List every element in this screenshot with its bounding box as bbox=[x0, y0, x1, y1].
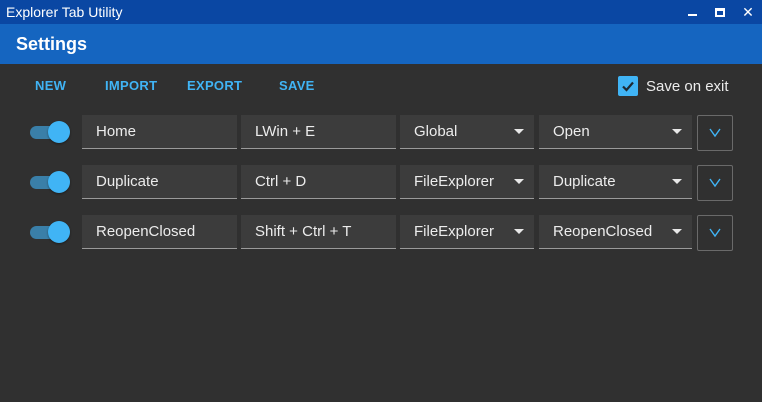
scope-dropdown[interactable]: FileExplorer bbox=[400, 165, 534, 199]
close-button[interactable]: ✕ bbox=[734, 0, 762, 24]
hotkey-row: Duplicate Ctrl + D FileExplorer Duplicat… bbox=[0, 158, 762, 208]
chevron-down-icon bbox=[709, 228, 721, 238]
hotkey-field[interactable]: Shift + Ctrl + T bbox=[241, 215, 396, 249]
name-field[interactable]: Duplicate bbox=[82, 165, 237, 199]
hotkey-row: ReopenClosed Shift + Ctrl + T FileExplor… bbox=[0, 208, 762, 258]
window-title: Explorer Tab Utility bbox=[6, 4, 123, 20]
header: Settings bbox=[0, 24, 762, 64]
name-value: Home bbox=[96, 123, 137, 140]
export-button[interactable]: EXPORT bbox=[187, 78, 242, 93]
close-icon: ✕ bbox=[742, 4, 754, 20]
name-field[interactable]: Home bbox=[82, 115, 237, 149]
dropdown-arrow-icon bbox=[514, 179, 524, 184]
name-value: Duplicate bbox=[96, 173, 159, 190]
window-controls: ✕ bbox=[678, 0, 762, 24]
toggle-thumb bbox=[48, 121, 70, 143]
hotkey-value: LWin + E bbox=[255, 123, 316, 140]
expand-button[interactable] bbox=[697, 115, 733, 151]
scope-value: FileExplorer bbox=[414, 173, 495, 190]
hotkey-field[interactable]: LWin + E bbox=[241, 115, 396, 149]
enable-toggle[interactable] bbox=[30, 171, 70, 193]
action-value: Open bbox=[553, 123, 590, 140]
scope-value: FileExplorer bbox=[414, 223, 495, 240]
dropdown-arrow-icon bbox=[672, 129, 682, 134]
chevron-down-icon bbox=[709, 128, 721, 138]
hotkey-list: Home LWin + E Global Open Duplicate Ctrl… bbox=[0, 108, 762, 258]
chevron-down-icon bbox=[709, 178, 721, 188]
name-value: ReopenClosed bbox=[96, 223, 196, 240]
action-dropdown[interactable]: Duplicate bbox=[539, 165, 692, 199]
page-title: Settings bbox=[16, 33, 88, 54]
action-value: Duplicate bbox=[553, 173, 616, 190]
dropdown-arrow-icon bbox=[672, 229, 682, 234]
action-dropdown[interactable]: Open bbox=[539, 115, 692, 149]
minimize-button[interactable] bbox=[678, 0, 706, 24]
scope-dropdown[interactable]: FileExplorer bbox=[400, 215, 534, 249]
dropdown-arrow-icon bbox=[672, 179, 682, 184]
action-value: ReopenClosed bbox=[553, 223, 653, 240]
enable-toggle[interactable] bbox=[30, 221, 70, 243]
action-dropdown[interactable]: ReopenClosed bbox=[539, 215, 692, 249]
enable-toggle[interactable] bbox=[30, 121, 70, 143]
new-button[interactable]: NEW bbox=[35, 78, 66, 93]
toggle-thumb bbox=[48, 171, 70, 193]
name-field[interactable]: ReopenClosed bbox=[82, 215, 237, 249]
toolbar: NEW IMPORT EXPORT SAVE Save on exit bbox=[0, 64, 762, 108]
toggle-thumb bbox=[48, 221, 70, 243]
title-bar: Explorer Tab Utility ✕ bbox=[0, 0, 762, 24]
save-on-exit-checkbox[interactable]: Save on exit bbox=[618, 76, 729, 96]
save-on-exit-label: Save on exit bbox=[646, 77, 729, 95]
maximize-button[interactable] bbox=[706, 0, 734, 24]
hotkey-field[interactable]: Ctrl + D bbox=[241, 165, 396, 199]
hotkey-value: Ctrl + D bbox=[255, 173, 307, 190]
save-button[interactable]: SAVE bbox=[279, 78, 315, 93]
hotkey-value: Shift + Ctrl + T bbox=[255, 223, 352, 240]
scope-value: Global bbox=[414, 123, 458, 140]
maximize-icon bbox=[715, 7, 725, 17]
dropdown-arrow-icon bbox=[514, 229, 524, 234]
expand-button[interactable] bbox=[697, 215, 733, 251]
minimize-icon bbox=[687, 14, 697, 16]
hotkey-row: Home LWin + E Global Open bbox=[0, 108, 762, 158]
import-button[interactable]: IMPORT bbox=[105, 78, 157, 93]
scope-dropdown[interactable]: Global bbox=[400, 115, 534, 149]
dropdown-arrow-icon bbox=[514, 129, 524, 134]
checkbox-checked-icon bbox=[618, 76, 638, 96]
expand-button[interactable] bbox=[697, 165, 733, 201]
